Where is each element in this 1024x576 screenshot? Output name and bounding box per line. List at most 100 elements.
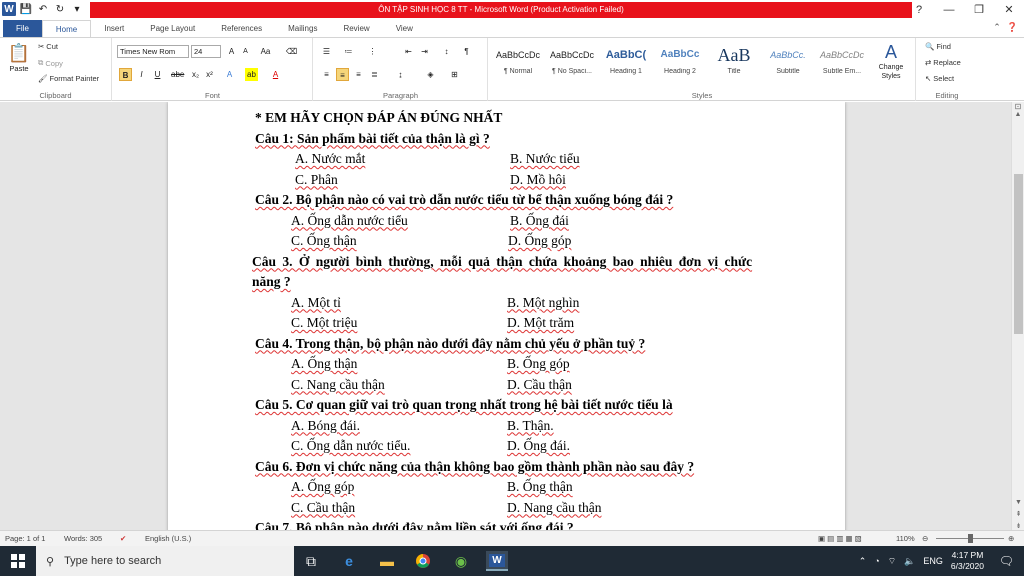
document-page[interactable]: * EM HÃY CHỌN ĐÁP ÁN ĐÚNG NHẤT Câu 1: Sả…: [168, 102, 845, 530]
minimize-button[interactable]: —: [934, 0, 964, 20]
bold-button[interactable]: B: [119, 68, 132, 81]
cut-button[interactable]: ✂ Cut: [38, 42, 58, 51]
strikethrough-button[interactable]: abe: [171, 68, 184, 81]
start-button[interactable]: [0, 546, 36, 576]
tab-view[interactable]: View: [383, 20, 426, 37]
ribbon-right-controls: ⌃ ❓: [993, 22, 1018, 33]
tab-insert[interactable]: Insert: [91, 20, 137, 37]
zoom-level[interactable]: 110%: [896, 534, 915, 543]
restore-button[interactable]: ❐: [964, 0, 994, 20]
font-size-box[interactable]: 24: [191, 45, 221, 58]
superscript-button[interactable]: x²: [203, 68, 216, 81]
sort-icon[interactable]: ↕: [440, 45, 453, 58]
language-indicator-taskbar[interactable]: ENG: [923, 556, 943, 566]
style-title[interactable]: AaB Title: [707, 42, 761, 84]
style-no-spacing[interactable]: AaBbCcDc ¶ No Spaci...: [545, 42, 599, 84]
bullets-icon[interactable]: ☰: [320, 45, 333, 58]
zoom-in-icon[interactable]: ⊕: [1008, 534, 1014, 543]
volume-icon[interactable]: 🔈: [904, 556, 915, 567]
align-center-icon[interactable]: ≡: [336, 68, 349, 81]
notification-icon[interactable]: 🗨: [999, 554, 1014, 568]
network-icon[interactable]: ◔: [874, 556, 879, 566]
help-icon[interactable]: ❓: [1007, 22, 1018, 33]
previous-page-icon[interactable]: ⇞: [1012, 510, 1024, 518]
line-spacing-icon[interactable]: ↨: [394, 68, 407, 81]
option-b: B. Thận.: [507, 417, 554, 433]
vertical-scrollbar[interactable]: ⊡ ▲ ▼ ⇞ ⇟: [1011, 102, 1024, 530]
ruler-toggle-icon[interactable]: ⊡: [1012, 102, 1024, 111]
word-count[interactable]: Words: 305: [64, 534, 102, 543]
borders-icon[interactable]: ⊞: [448, 68, 461, 81]
question-6: Câu 6. Đơn vị chức năng của thận không b…: [255, 458, 695, 474]
question-3: Câu 3. Ở người bình thường, mỗi quả thận…: [252, 253, 753, 269]
underline-button[interactable]: U: [151, 68, 164, 81]
language-indicator[interactable]: English (U.S.): [145, 534, 191, 543]
change-case-icon[interactable]: Aa: [259, 45, 272, 58]
tab-page-layout[interactable]: Page Layout: [137, 20, 208, 37]
scroll-down-icon[interactable]: ▼: [1012, 499, 1024, 506]
show-hidden-icons-icon[interactable]: ⌃: [859, 556, 867, 567]
customize-qat-icon[interactable]: ▾: [70, 2, 84, 16]
clear-format-icon[interactable]: ⌫: [285, 45, 298, 58]
scrollbar-thumb[interactable]: [1014, 174, 1023, 334]
numbering-icon[interactable]: ≔: [342, 45, 355, 58]
tab-file[interactable]: File: [3, 20, 42, 37]
question-2: Câu 2. Bộ phận nào có vai trò dẫn nước t…: [255, 192, 674, 207]
shading-icon[interactable]: ◈: [424, 68, 437, 81]
zoom-out-icon[interactable]: ⊖: [922, 534, 928, 543]
text-effects-icon[interactable]: A: [223, 68, 236, 81]
subscript-button[interactable]: x₂: [189, 68, 202, 81]
scroll-up-icon[interactable]: ▲: [1012, 111, 1024, 118]
format-painter-button[interactable]: 🖌 Format Painter: [38, 74, 99, 83]
app-icon[interactable]: ◉: [450, 551, 472, 571]
style-subtle-emphasis[interactable]: AaBbCcDc Subtle Em...: [815, 42, 869, 84]
chrome-icon[interactable]: [412, 551, 434, 571]
document-body[interactable]: * EM HÃY CHỌN ĐÁP ÁN ĐÚNG NHẤT Câu 1: Sả…: [252, 108, 805, 530]
align-right-icon[interactable]: ≡: [352, 68, 365, 81]
page-count[interactable]: Page: 1 of 1: [5, 534, 45, 543]
paste-button[interactable]: 📋 Paste: [6, 42, 32, 73]
replace-button[interactable]: ⇄ Replace: [925, 58, 961, 67]
font-color-icon[interactable]: A: [269, 68, 282, 81]
file-explorer-icon[interactable]: ▬: [376, 551, 398, 571]
select-button[interactable]: ↖ Select: [925, 74, 954, 83]
help-button[interactable]: ?: [904, 0, 934, 20]
taskbar-search[interactable]: ⚲ Type here to search: [36, 546, 294, 576]
tab-review[interactable]: Review: [330, 20, 382, 37]
change-styles-button[interactable]: A Change Styles: [871, 42, 911, 81]
save-icon[interactable]: 💾: [19, 2, 33, 16]
tab-references[interactable]: References: [208, 20, 275, 37]
pilcrow-icon[interactable]: ¶: [460, 45, 473, 58]
decrease-indent-icon[interactable]: ⇤: [402, 45, 415, 58]
highlight-icon[interactable]: ab: [245, 68, 258, 81]
redo-icon[interactable]: ↻: [53, 2, 67, 16]
find-button[interactable]: 🔍 Find: [925, 42, 951, 51]
grow-font-icon[interactable]: A: [225, 45, 238, 58]
copy-button[interactable]: ⧉ Copy: [38, 58, 63, 68]
shrink-font-icon[interactable]: A: [239, 45, 252, 58]
italic-button[interactable]: I: [135, 68, 148, 81]
view-buttons[interactable]: ▣ ▤ ▥ ▦ ▧: [818, 534, 862, 543]
tab-mailings[interactable]: Mailings: [275, 20, 330, 37]
close-button[interactable]: ✕: [994, 0, 1024, 20]
next-page-icon[interactable]: ⇟: [1012, 522, 1024, 530]
word-taskbar-icon[interactable]: W: [486, 551, 508, 571]
style-heading-2[interactable]: AaBbCc Heading 2: [653, 42, 707, 84]
style-normal[interactable]: AaBbCcDc ¶ Normal: [491, 42, 545, 84]
clock[interactable]: 4:17 PM 6/3/2020: [951, 550, 984, 572]
style-subtitle[interactable]: AaBbCc. Subtitle: [761, 42, 815, 84]
task-view-icon[interactable]: ⧉: [300, 551, 322, 571]
font-name-box[interactable]: Times New Rom: [117, 45, 189, 58]
align-left-icon[interactable]: ≡: [320, 68, 333, 81]
increase-indent-icon[interactable]: ⇥: [418, 45, 431, 58]
undo-icon[interactable]: ↶: [36, 2, 50, 16]
style-heading-1[interactable]: AaBbC( Heading 1: [599, 42, 653, 84]
zoom-slider-thumb[interactable]: [968, 534, 973, 543]
multilevel-list-icon[interactable]: ⋮: [366, 45, 379, 58]
proofing-icon[interactable]: ✔: [120, 534, 126, 543]
edge-icon[interactable]: e: [338, 551, 360, 571]
wifi-icon[interactable]: ⌔: [888, 556, 896, 567]
justify-icon[interactable]: ≣: [368, 68, 381, 81]
collapse-ribbon-icon[interactable]: ⌃: [993, 22, 1001, 33]
tab-home[interactable]: Home: [41, 20, 92, 37]
